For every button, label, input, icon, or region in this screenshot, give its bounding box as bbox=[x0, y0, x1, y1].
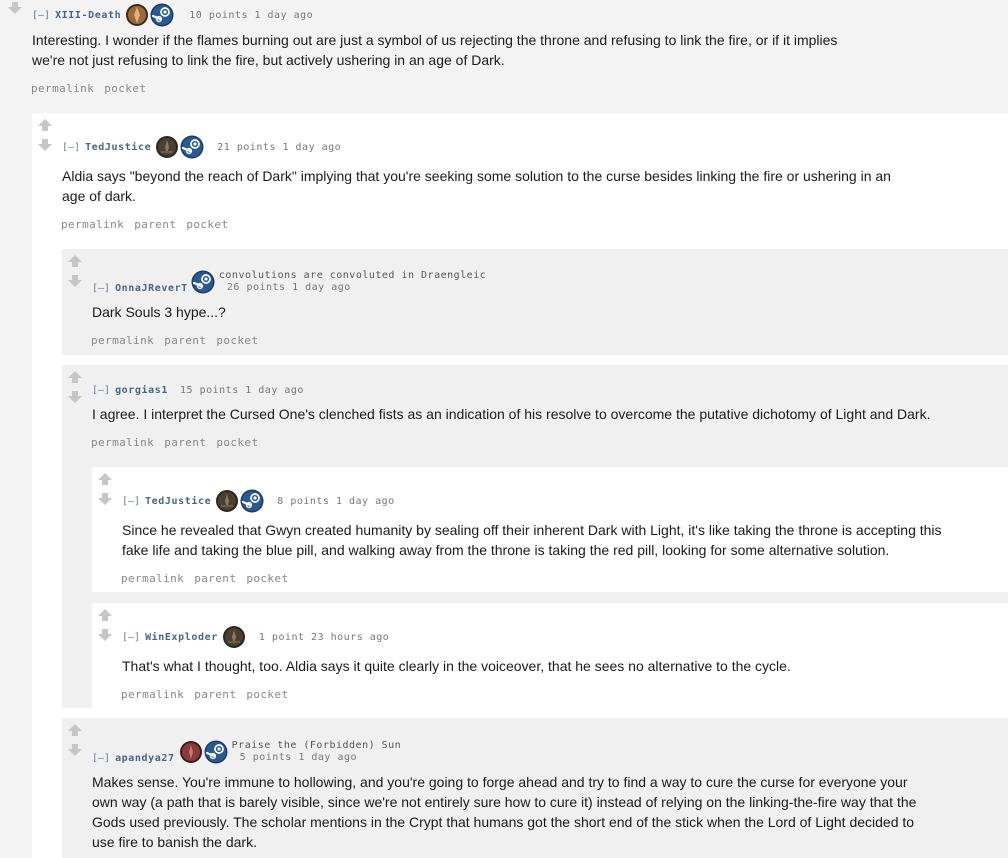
bonfire-icon bbox=[155, 135, 179, 159]
permalink-link[interactable]: permalink bbox=[121, 688, 184, 701]
user-flair-text: Praise the (Forbidden) Sun bbox=[231, 740, 402, 751]
comment-header: [–] WinExploder 1 point 23 hours ago bbox=[122, 625, 389, 649]
username[interactable]: OnnaJReverT bbox=[115, 283, 188, 294]
comment-actions: permalink parent pocket bbox=[121, 569, 298, 587]
comment-body: Since he revealed that Gwyn created huma… bbox=[122, 522, 942, 558]
steam-icon bbox=[240, 489, 264, 513]
updown-arrows-icon[interactable] bbox=[98, 473, 112, 505]
comment-actions: permalink parent pocket bbox=[91, 433, 268, 451]
score-time: 5 points 1 day ago bbox=[239, 752, 358, 763]
steam-icon bbox=[180, 135, 204, 159]
pocket-link[interactable]: pocket bbox=[186, 218, 228, 231]
permalink-link[interactable]: permalink bbox=[31, 82, 94, 95]
comment-body: I agree. I interpret the Cursed One's cl… bbox=[92, 406, 931, 422]
updown-arrows-icon[interactable] bbox=[8, 0, 22, 14]
collapse-toggle[interactable]: [–] bbox=[92, 283, 110, 294]
username[interactable]: apandya27 bbox=[115, 753, 175, 764]
username[interactable]: XIII-Death bbox=[55, 10, 121, 21]
parent-link[interactable]: parent bbox=[164, 436, 206, 449]
username[interactable]: WinExploder bbox=[145, 632, 218, 643]
parent-link[interactable]: parent bbox=[164, 334, 206, 347]
comment-header: [–] OnnaJReverT convolutions are convolu… bbox=[92, 270, 486, 294]
collapse-toggle[interactable]: [–] bbox=[32, 10, 50, 21]
pocket-link[interactable]: pocket bbox=[246, 572, 288, 585]
updown-arrows-icon[interactable] bbox=[68, 724, 82, 756]
comment-header: [–] XIII-Death 10 points 1 day ago bbox=[32, 3, 313, 27]
score-time: 26 points 1 day ago bbox=[226, 282, 351, 293]
username[interactable]: TedJustice bbox=[85, 142, 151, 153]
pocket-link[interactable]: pocket bbox=[216, 334, 258, 347]
steam-icon bbox=[204, 740, 228, 764]
updown-arrows-icon[interactable] bbox=[68, 255, 82, 287]
bonfire-icon bbox=[125, 3, 149, 27]
score-time: 15 points 1 day ago bbox=[180, 385, 304, 396]
comment-actions: permalink parent pocket bbox=[121, 685, 298, 703]
permalink-link[interactable]: permalink bbox=[121, 572, 184, 585]
comment-body: Interesting. I wonder if the flames burn… bbox=[32, 32, 838, 68]
collapse-toggle[interactable]: [–] bbox=[92, 385, 110, 396]
updown-arrows-icon[interactable] bbox=[68, 371, 82, 403]
steam-icon bbox=[150, 3, 174, 27]
score-time: 8 points 1 day ago bbox=[277, 495, 395, 507]
steam-icon bbox=[191, 270, 215, 294]
parent-link[interactable]: parent bbox=[194, 572, 236, 585]
comment-actions: permalink pocket bbox=[31, 79, 156, 97]
pocket-link[interactable]: pocket bbox=[216, 436, 258, 449]
bonfire-icon bbox=[179, 740, 203, 764]
bonfire-icon bbox=[215, 489, 239, 513]
comment-body: Dark Souls 3 hype...? bbox=[92, 304, 226, 320]
comment-body: Aldia says "beyond the reach of Dark" im… bbox=[62, 168, 891, 204]
pocket-link[interactable]: pocket bbox=[104, 82, 146, 95]
comment-actions: permalink parent pocket bbox=[91, 331, 268, 349]
permalink-link[interactable]: permalink bbox=[61, 218, 124, 231]
comment-header: [–] TedJustice 8 points 1 day ago bbox=[122, 489, 395, 513]
comment-header: [–] apandya27 Praise the (Forbidden) Sun… bbox=[92, 740, 401, 764]
parent-link[interactable]: parent bbox=[134, 218, 176, 231]
collapse-toggle[interactable]: [–] bbox=[122, 632, 140, 643]
comment-actions: permalink parent pocket bbox=[61, 215, 238, 233]
permalink-link[interactable]: permalink bbox=[91, 334, 154, 347]
comment-body: That's what I thought, too. Aldia says i… bbox=[122, 658, 791, 674]
score-time: 1 point 23 hours ago bbox=[258, 631, 390, 643]
updown-arrows-icon[interactable] bbox=[38, 119, 52, 151]
score-time: 21 points 1 day ago bbox=[217, 141, 342, 153]
comment-header: [–] gorgias1 15 points 1 day ago bbox=[92, 385, 304, 396]
collapse-toggle[interactable]: [–] bbox=[122, 496, 140, 507]
collapse-toggle[interactable]: [–] bbox=[92, 753, 110, 764]
score-time: 10 points 1 day ago bbox=[189, 9, 314, 21]
user-flair-text: convolutions are convoluted in Draenglei… bbox=[218, 270, 487, 281]
updown-arrows-icon[interactable] bbox=[98, 609, 112, 641]
permalink-link[interactable]: permalink bbox=[91, 436, 154, 449]
collapse-toggle[interactable]: [–] bbox=[62, 142, 80, 153]
parent-link[interactable]: parent bbox=[194, 688, 236, 701]
comment-body: Makes sense. You're immune to hollowing,… bbox=[92, 774, 917, 850]
username[interactable]: gorgias1 bbox=[115, 385, 168, 396]
bonfire-icon bbox=[222, 625, 246, 649]
comment-header: [–] TedJustice 21 points 1 day ago bbox=[62, 135, 341, 159]
pocket-link[interactable]: pocket bbox=[246, 688, 288, 701]
username[interactable]: TedJustice bbox=[145, 496, 211, 507]
